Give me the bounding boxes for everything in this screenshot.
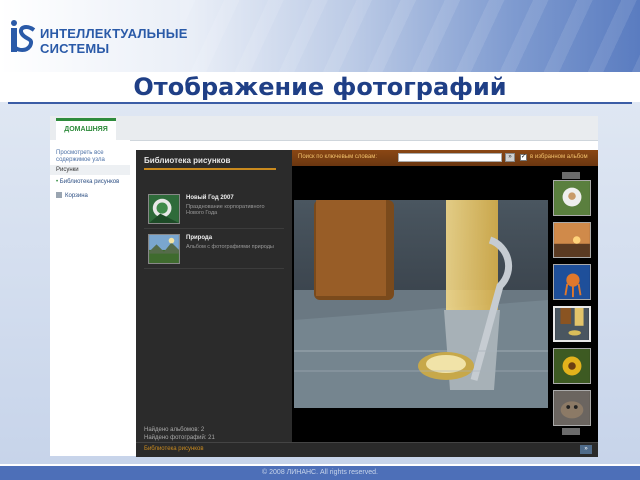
album-description: Альбом с фотографиями природы: [186, 244, 274, 250]
tab-home[interactable]: ДОМАШНЯЯ: [56, 118, 116, 140]
album-library-panel: Библиотека рисунков Новый Год 2007 Празд…: [136, 150, 292, 456]
scroll-down-icon[interactable]: [562, 428, 580, 435]
company-logo-icon: [11, 20, 36, 52]
photo-thumbnail-selected[interactable]: [553, 306, 591, 342]
footer-library-label: Библиотека рисунков: [144, 446, 204, 452]
photo-thumbnail[interactable]: [553, 390, 591, 426]
sidebar-item-label: Корзина: [65, 193, 88, 199]
search-label: Поиск по ключевым словам:: [298, 154, 378, 160]
main-photo[interactable]: [294, 200, 548, 408]
slide-header: ИНТЕЛЛЕКТУАЛЬНЫЕ СИСТЕМЫ: [0, 0, 640, 72]
view-all-link[interactable]: Просмотреть все содержимое узла: [56, 150, 126, 164]
favorites-label: в избранном альбом: [530, 154, 588, 160]
album-item[interactable]: Новый Год 2007 Празднование корпоративно…: [144, 192, 284, 229]
photo-thumbnail[interactable]: [553, 222, 591, 258]
photos-count: Найдено фотографий: 21: [144, 435, 215, 441]
trash-icon: [56, 192, 62, 198]
favorites-checkbox[interactable]: ✓: [520, 154, 527, 161]
company-logo-text: ИНТЕЛЛЕКТУАЛЬНЫЕ СИСТЕМЫ: [40, 26, 188, 56]
search-bar: Поиск по ключевым словам: » ✓ в избранно…: [292, 150, 598, 166]
divider: [8, 102, 632, 104]
library-title: Библиотека рисунков: [144, 156, 231, 165]
album-name[interactable]: Новый Год 2007: [186, 195, 234, 201]
quick-launch: Просмотреть все содержимое узла Рисунки …: [50, 140, 130, 456]
sharepoint-page: ДОМАШНЯЯ Просмотреть все содержимое узла…: [50, 116, 598, 457]
copyright-bar: © 2008 ЛИНАНС. All rights reserved.: [0, 466, 640, 480]
logo-line-2: СИСТЕМЫ: [40, 41, 110, 56]
sidebar-section-pictures[interactable]: Рисунки: [50, 165, 130, 175]
albums-count: Найдено альбомов: 2: [144, 427, 205, 433]
album-name[interactable]: Природа: [186, 235, 212, 241]
header-decoration: [180, 0, 640, 72]
photo-thumbnail[interactable]: [553, 348, 591, 384]
sidebar-item-trash[interactable]: Корзина: [56, 192, 130, 200]
search-input[interactable]: [398, 153, 502, 162]
library-stats: Найдено альбомов: 2 Найдено фотографий: …: [144, 426, 215, 442]
slide-title: Отображение фотографий: [133, 73, 507, 101]
album-thumbnail[interactable]: [148, 234, 180, 264]
sidebar-item-picture-library[interactable]: • Библиотека рисунков: [56, 178, 130, 186]
photo-thumbnail[interactable]: [553, 264, 591, 300]
viewer-footer: Библиотека рисунков »: [136, 442, 598, 457]
sidebar-item-label: Библиотека рисунков: [59, 179, 120, 185]
footer-button[interactable]: »: [580, 445, 592, 454]
thumbnail-strip: [550, 172, 594, 435]
search-button[interactable]: »: [505, 153, 515, 162]
logo-line-1: ИНТЕЛЛЕКТУАЛЬНЫЕ: [40, 26, 188, 41]
photo-viewer: Поиск по ключевым словам: » ✓ в избранно…: [292, 150, 598, 456]
album-item[interactable]: Природа Альбом с фотографиями природы: [144, 232, 284, 269]
album-description: Празднование корпоративного Нового Года: [186, 204, 265, 216]
photo-thumbnail[interactable]: [553, 180, 591, 216]
album-thumbnail[interactable]: [148, 194, 180, 224]
library-title-underline: [144, 168, 276, 170]
top-nav: ДОМАШНЯЯ: [50, 116, 598, 141]
scroll-up-icon[interactable]: [562, 172, 580, 179]
